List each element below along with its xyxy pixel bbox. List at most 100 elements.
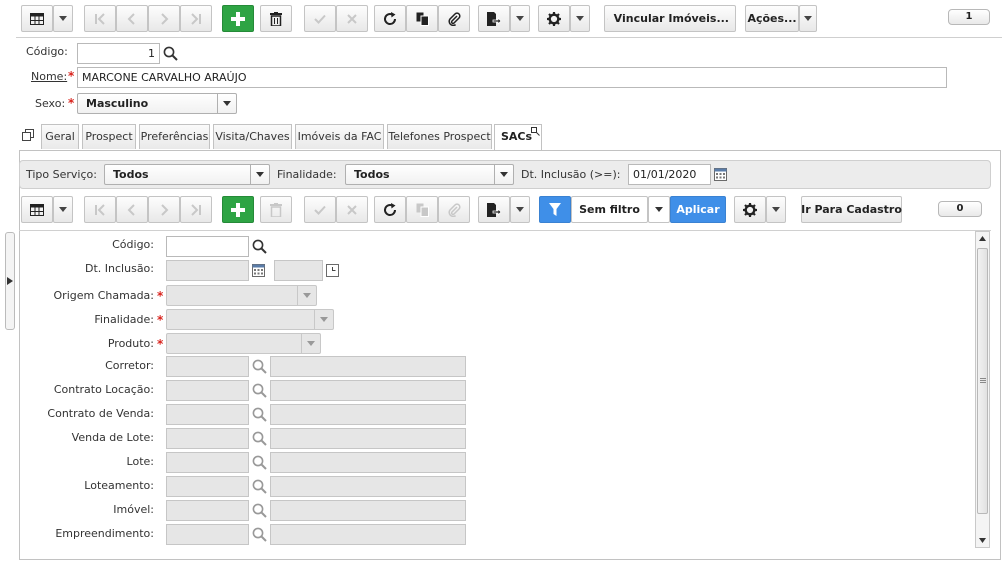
sem-filtro-dropdown[interactable]: [648, 196, 670, 223]
inner-confirm-button[interactable]: [304, 196, 336, 223]
tipo-servico-select[interactable]: Todos: [104, 164, 270, 185]
vincular-imoveis-button[interactable]: Vincular Imóveis...: [604, 5, 736, 32]
caret-down-icon: [804, 16, 812, 21]
popout-icon[interactable]: [531, 127, 540, 136]
clock-icon[interactable]: [326, 264, 339, 277]
refresh-icon: [384, 11, 397, 25]
ir-para-cadastro-label: Ir Para Cadastro: [801, 203, 902, 216]
search-icon[interactable]: [252, 383, 267, 398]
sexo-select[interactable]: Masculino: [77, 93, 237, 114]
grip-icon: [980, 378, 986, 383]
delete-button[interactable]: [260, 5, 292, 32]
inner-cancel-button[interactable]: [336, 196, 368, 223]
restore-icon[interactable]: [22, 129, 34, 141]
sexo-label: Sexo:: [35, 97, 66, 110]
sem-filtro-select[interactable]: Sem filtro: [571, 196, 648, 223]
tab-imoveis-fac[interactable]: Imóveis da FAC: [295, 124, 384, 149]
aplicar-label: Aplicar: [676, 203, 720, 216]
tab-sacs[interactable]: SACs: [494, 124, 542, 151]
sac-origem-select[interactable]: [166, 285, 317, 306]
finalidade-filter-select[interactable]: Todos: [345, 164, 514, 185]
side-collapse-handle[interactable]: [5, 232, 15, 330]
vertical-scrollbar[interactable]: [975, 231, 990, 548]
inner-grid-view-button[interactable]: [21, 196, 53, 223]
vincular-imoveis-label: Vincular Imóveis...: [613, 12, 729, 25]
dt-inclusao-filter-label: Dt. Inclusão (>=):: [521, 168, 621, 181]
copy-icon: [416, 203, 429, 217]
calendar-icon[interactable]: [714, 168, 727, 181]
search-icon[interactable]: [252, 359, 267, 374]
acoes-dropdown[interactable]: [799, 5, 817, 32]
next-record-button[interactable]: [148, 5, 180, 32]
search-icon[interactable]: [252, 527, 267, 542]
inner-grid-view-dropdown[interactable]: [53, 196, 73, 223]
codigo-field[interactable]: 1: [77, 43, 160, 64]
add-button[interactable]: [222, 5, 254, 32]
nome-field[interactable]: MARCONE CARVALHO ARAÚJO: [77, 67, 947, 88]
plus-icon: [231, 11, 245, 26]
sac-produto-select[interactable]: [166, 333, 321, 354]
last-icon: [191, 203, 201, 216]
inner-refresh-button[interactable]: [374, 196, 406, 223]
cancel-button[interactable]: [336, 5, 368, 32]
scrollbar-thumb[interactable]: [977, 248, 988, 514]
paperclip-icon: [448, 11, 461, 26]
acoes-button[interactable]: Ações...: [745, 5, 799, 32]
inner-settings-dropdown[interactable]: [766, 196, 786, 223]
last-record-button[interactable]: [180, 5, 212, 32]
search-icon[interactable]: [252, 431, 267, 446]
confirm-button[interactable]: [304, 5, 336, 32]
required-marker: *: [68, 69, 75, 83]
ir-para-cadastro-button[interactable]: Ir Para Cadastro: [801, 196, 902, 223]
nome-label[interactable]: Nome:: [31, 70, 67, 83]
inner-delete-button[interactable]: [260, 196, 292, 223]
scroll-up-icon[interactable]: [979, 236, 986, 241]
search-icon[interactable]: [252, 239, 267, 254]
attach-button[interactable]: [438, 5, 470, 32]
prev-record-button[interactable]: [116, 5, 148, 32]
search-icon[interactable]: [252, 503, 267, 518]
tab-prospect[interactable]: Prospect: [82, 124, 136, 149]
export-dropdown[interactable]: [510, 5, 530, 32]
sexo-value: Masculino: [86, 97, 149, 110]
inner-copy-button[interactable]: [406, 196, 438, 223]
search-icon[interactable]: [252, 407, 267, 422]
copy-button[interactable]: [406, 5, 438, 32]
inner-export-dropdown[interactable]: [510, 196, 530, 223]
inner-prev-button[interactable]: [116, 196, 148, 223]
sac-codigo-field[interactable]: [166, 236, 249, 257]
grid-view-button[interactable]: [21, 5, 53, 32]
funnel-icon: [549, 202, 561, 216]
inner-first-button[interactable]: [84, 196, 116, 223]
settings-button[interactable]: [538, 5, 570, 32]
tipo-servico-label: Tipo Serviço:: [26, 168, 97, 181]
caret-down-icon: [59, 207, 67, 212]
aplicar-button[interactable]: Aplicar: [670, 196, 726, 223]
inner-add-button[interactable]: [222, 196, 254, 223]
inner-export-button[interactable]: [478, 196, 510, 223]
search-icon[interactable]: [163, 46, 178, 61]
caret-down-icon: [59, 16, 67, 21]
inner-next-button[interactable]: [148, 196, 180, 223]
first-record-button[interactable]: [84, 5, 116, 32]
refresh-button[interactable]: [374, 5, 406, 32]
tab-telefones-prospect[interactable]: Telefones Prospect: [387, 124, 492, 149]
export-icon: [487, 11, 501, 26]
inner-settings-button[interactable]: [734, 196, 766, 223]
inner-last-button[interactable]: [180, 196, 212, 223]
sac-finalidade-select[interactable]: [166, 309, 334, 330]
inner-attach-button[interactable]: [438, 196, 470, 223]
tab-visita-chaves[interactable]: Visita/Chaves: [213, 124, 292, 149]
caret-down-icon: [655, 207, 663, 212]
tab-geral[interactable]: Geral: [41, 124, 79, 149]
search-icon[interactable]: [252, 479, 267, 494]
search-icon[interactable]: [252, 455, 267, 470]
scroll-down-icon[interactable]: [979, 538, 986, 543]
tab-preferencias[interactable]: Preferências: [139, 124, 210, 149]
filter-button[interactable]: [539, 196, 571, 223]
calendar-icon[interactable]: [252, 264, 265, 277]
grid-view-dropdown[interactable]: [53, 5, 73, 32]
export-button[interactable]: [478, 5, 510, 32]
dt-inclusao-filter-field[interactable]: 01/01/2020: [628, 164, 711, 185]
settings-dropdown[interactable]: [570, 5, 590, 32]
